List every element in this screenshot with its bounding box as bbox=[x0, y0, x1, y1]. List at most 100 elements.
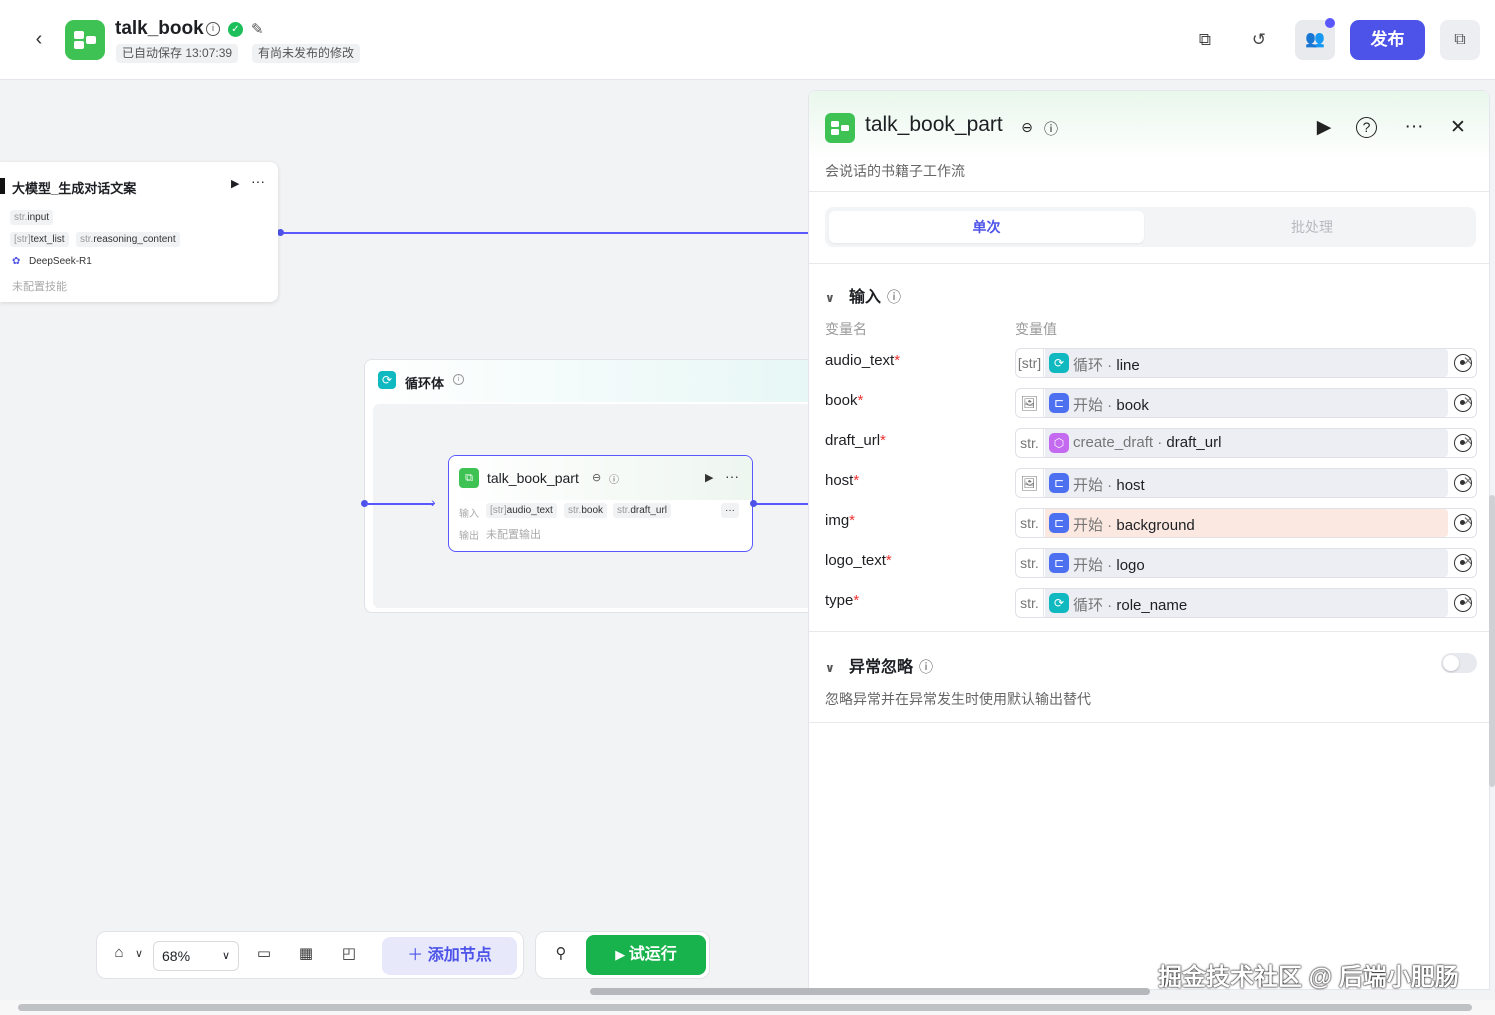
more-icon[interactable]: ··· bbox=[725, 468, 739, 484]
variable-name: img* bbox=[825, 512, 855, 529]
required-marker: * bbox=[894, 352, 901, 369]
reference-var: book bbox=[1116, 397, 1149, 414]
reference-source: 循环 bbox=[1073, 357, 1104, 374]
duplicate-icon[interactable]: ⧉ bbox=[1440, 20, 1480, 60]
image-type-icon[interactable]: 🖼 bbox=[1016, 389, 1044, 417]
panel-scrollbar-thumb[interactable] bbox=[590, 988, 1150, 995]
info-icon[interactable]: i bbox=[206, 22, 220, 36]
chevron-down-icon[interactable]: ∨ bbox=[127, 947, 151, 960]
ignore-section-header[interactable]: ∨ 异常忽略 ⓘ bbox=[825, 653, 933, 677]
variable-name-text: type bbox=[825, 592, 854, 609]
start-icon: ⊏ bbox=[1049, 513, 1069, 533]
help-icon[interactable]: ? bbox=[1356, 117, 1377, 138]
play-icon[interactable]: ▶ bbox=[231, 177, 239, 190]
history-icon[interactable]: ↺ bbox=[1246, 28, 1272, 52]
info-icon[interactable]: ⓘ bbox=[1038, 119, 1064, 139]
reference-field[interactable]: ⟳ 循环 · line ✕ bbox=[1045, 349, 1473, 377]
target-icon[interactable] bbox=[1454, 434, 1472, 452]
reference-field[interactable]: ⊏ 开始 · book ✕ bbox=[1045, 389, 1473, 417]
type-label[interactable]: str. bbox=[1016, 549, 1044, 577]
info-icon[interactable]: ⓘ bbox=[919, 659, 933, 675]
add-node-button[interactable]: ＋ 添加节点 bbox=[382, 937, 517, 975]
output-port[interactable] bbox=[277, 229, 284, 236]
llm-node[interactable]: 大模型_生成对话文案 ▶ ··· str.input [str]text_lis… bbox=[0, 162, 278, 302]
info-icon[interactable]: ⓘ bbox=[887, 289, 901, 305]
reference-field[interactable]: ⊏ 开始 · host ✕ bbox=[1045, 469, 1473, 497]
reference-var: host bbox=[1116, 477, 1145, 494]
type-label[interactable]: str. bbox=[1016, 509, 1044, 537]
output-chip: str.reasoning_content bbox=[76, 232, 180, 247]
target-icon[interactable] bbox=[1454, 554, 1472, 572]
input-chip: [str]audio_text bbox=[486, 503, 557, 518]
zoom-select[interactable]: 68% ∨ bbox=[153, 941, 239, 971]
ignore-toggle[interactable] bbox=[1441, 653, 1477, 673]
type-label: str. bbox=[14, 212, 28, 223]
info-icon[interactable]: ⓘ bbox=[609, 471, 619, 486]
reference-icon[interactable]: ⧉ bbox=[1192, 28, 1218, 52]
play-icon[interactable]: ▶ bbox=[705, 471, 713, 484]
required-marker: * bbox=[849, 512, 856, 529]
play-icon: ▶ bbox=[615, 947, 629, 962]
horizontal-scrollbar[interactable] bbox=[0, 988, 1495, 1015]
loop-icon: ⟳ bbox=[1049, 593, 1069, 613]
image-type-icon[interactable]: 🖼 bbox=[1016, 469, 1044, 497]
reference-source: 循环 bbox=[1073, 597, 1104, 614]
variable-value-field[interactable]: 🖼 ⊏ 开始 · book ✕ bbox=[1015, 388, 1477, 418]
type-label: [str] bbox=[14, 234, 31, 245]
tab-single[interactable]: 单次 bbox=[829, 211, 1144, 243]
play-icon[interactable]: ▶ bbox=[1311, 116, 1337, 139]
divider bbox=[809, 722, 1489, 723]
input-section-header[interactable]: ∨ 输入 ⓘ bbox=[825, 283, 901, 307]
mode-tabs: 单次 批处理 bbox=[825, 207, 1476, 247]
reference-text: 开始 · host bbox=[1073, 474, 1145, 495]
chevron-down-icon: ∨ bbox=[825, 291, 835, 305]
variable-value-field[interactable]: str. ⬡ create_draft · draft_url ✕ bbox=[1015, 428, 1477, 458]
subworkflow-node[interactable]: ⧉ talk_book_part ⊖ ⓘ ▶ ··· 输入 [str]audio… bbox=[448, 455, 753, 552]
reference-field[interactable]: ⟳ 循环 · role_name ✕ bbox=[1045, 589, 1473, 617]
info-icon[interactable]: i bbox=[453, 374, 464, 385]
target-icon[interactable] bbox=[1454, 594, 1472, 612]
tab-batch[interactable]: 批处理 bbox=[1152, 211, 1472, 243]
lock-icon: ⊖ bbox=[1021, 119, 1033, 135]
debug-icon[interactable]: ⚲ bbox=[549, 944, 573, 962]
minimap-icon[interactable]: ◰ bbox=[337, 944, 361, 962]
more-icon[interactable]: ··· bbox=[1401, 116, 1427, 138]
comment-icon[interactable]: ▭ bbox=[252, 944, 276, 962]
target-icon[interactable] bbox=[1454, 354, 1472, 372]
more-inputs[interactable]: ··· bbox=[721, 503, 739, 518]
more-icon[interactable]: ··· bbox=[251, 173, 265, 189]
type-label[interactable]: [str] bbox=[1016, 349, 1044, 377]
plugin-icon: ⬡ bbox=[1049, 433, 1069, 453]
scrollbar-thumb[interactable] bbox=[18, 1004, 1472, 1011]
variable-value-field[interactable]: str. ⊏ 开始 · logo ✕ bbox=[1015, 548, 1477, 578]
publish-button[interactable]: 发布 bbox=[1350, 20, 1425, 60]
variable-name: draft_url* bbox=[825, 432, 886, 449]
variable-name: book* bbox=[825, 392, 863, 409]
edit-icon[interactable]: ✎ bbox=[251, 20, 264, 38]
variable-value-field[interactable]: str. ⟳ 循环 · role_name ✕ bbox=[1015, 588, 1477, 618]
layout-icon[interactable]: ▦ bbox=[294, 944, 318, 962]
reference-field[interactable]: ⊏ 开始 · background ✕ bbox=[1045, 509, 1473, 537]
back-icon[interactable]: ‹ bbox=[28, 28, 50, 50]
node-accent-bar bbox=[0, 178, 5, 194]
output-port[interactable] bbox=[750, 500, 757, 507]
close-icon[interactable]: ✕ bbox=[1445, 116, 1471, 139]
variable-value-field[interactable]: 🖼 ⊏ 开始 · host ✕ bbox=[1015, 468, 1477, 498]
type-label[interactable]: str. bbox=[1016, 589, 1044, 617]
separator: · bbox=[1103, 357, 1117, 374]
test-run-button[interactable]: ▶ 试运行 bbox=[586, 935, 706, 975]
reference-field[interactable]: ⊏ 开始 · logo ✕ bbox=[1045, 549, 1473, 577]
variable-value-field[interactable]: [str] ⟳ 循环 · line ✕ bbox=[1015, 348, 1477, 378]
reference-text: 开始 · background bbox=[1073, 514, 1195, 535]
connector-line bbox=[366, 503, 434, 505]
target-icon[interactable] bbox=[1454, 474, 1472, 492]
target-icon[interactable] bbox=[1454, 394, 1472, 412]
node-config-panel: talk_book_part ⊖ ⓘ ▶ ? ··· ✕ 会说话的书籍子工作流 … bbox=[808, 90, 1490, 990]
variable-value-field[interactable]: str. ⊏ 开始 · background ✕ bbox=[1015, 508, 1477, 538]
target-icon[interactable] bbox=[1454, 514, 1472, 532]
separator: · bbox=[1103, 397, 1117, 414]
vertical-scrollbar[interactable] bbox=[1489, 495, 1495, 787]
reference-field[interactable]: ⬡ create_draft · draft_url ✕ bbox=[1045, 429, 1473, 457]
type-label[interactable]: str. bbox=[1016, 429, 1044, 457]
canvas-toolbar: ⌂ ∨ 68% ∨ ▭ ▦ ◰ ＋ 添加节点 bbox=[96, 931, 524, 979]
